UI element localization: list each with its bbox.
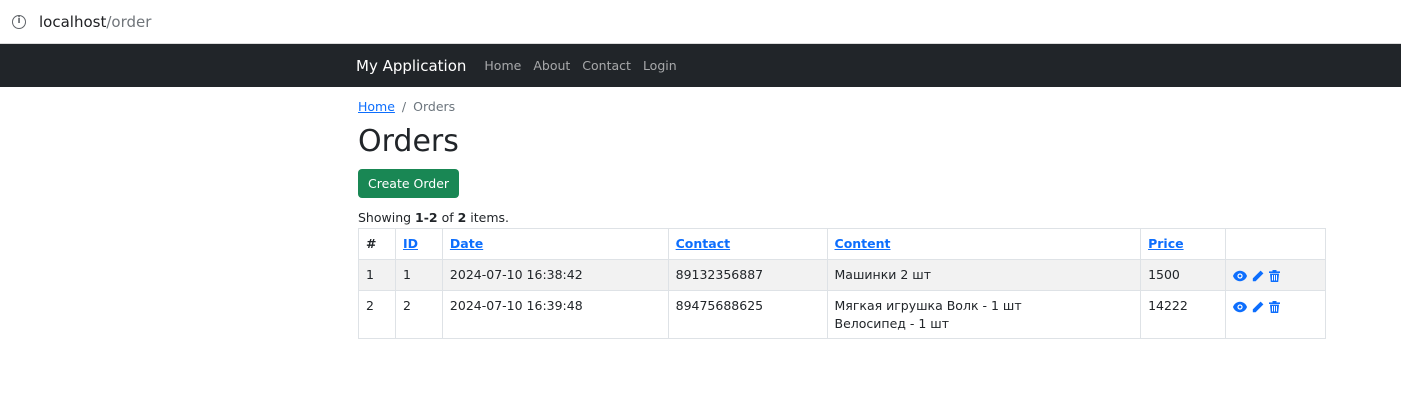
breadcrumb-separator: /: [401, 99, 407, 114]
sort-link-content[interactable]: Content: [835, 236, 891, 251]
url-host: localhost: [39, 12, 107, 31]
nav-link-home[interactable]: Home: [484, 58, 521, 73]
summary-middle: of: [437, 210, 458, 225]
cell-num: 2: [358, 290, 396, 339]
nav-link-contact[interactable]: Contact: [582, 58, 631, 73]
pencil-icon[interactable]: [1252, 270, 1264, 282]
navbar: My Application Home About Contact Login: [0, 44, 1401, 87]
column-header-actions: [1225, 228, 1326, 260]
cell-contact: 89132356887: [667, 259, 828, 291]
breadcrumb: Home / Orders: [358, 99, 1326, 114]
nav-link-about[interactable]: About: [533, 58, 570, 73]
breadcrumb-current: Orders: [413, 99, 456, 114]
table-row: 2 2 2024-07-10 16:39:48 89475688625 Мягк…: [358, 290, 1326, 339]
sort-link-contact[interactable]: Contact: [676, 236, 730, 251]
cell-actions: [1225, 290, 1326, 339]
orders-table: # ID Date Contact Content Price 1 1 2024…: [358, 228, 1326, 339]
view-icon[interactable]: [1233, 270, 1248, 282]
main-container: Home / Orders Orders Create Order Showin…: [358, 87, 1326, 339]
column-header-content: Content: [826, 228, 1142, 260]
cell-id: 1: [394, 259, 443, 291]
navbar-brand[interactable]: My Application: [356, 57, 466, 75]
cell-actions: [1225, 259, 1326, 291]
table-row: 1 1 2024-07-10 16:38:42 89132356887 Маши…: [358, 259, 1326, 291]
pencil-icon[interactable]: [1252, 301, 1264, 313]
cell-date: 2024-07-10 16:39:48: [441, 290, 669, 339]
create-order-button[interactable]: Create Order: [358, 169, 460, 198]
trash-icon[interactable]: [1268, 300, 1280, 313]
cell-price: 1500: [1140, 259, 1227, 291]
summary-suffix: items.: [466, 210, 510, 225]
content-line: Машинки 2 шт: [834, 267, 931, 282]
cell-num: 1: [358, 259, 396, 291]
cell-date: 2024-07-10 16:38:42: [441, 259, 669, 291]
column-header-id: ID: [394, 228, 443, 260]
view-icon[interactable]: [1233, 301, 1248, 313]
sort-link-price[interactable]: Price: [1148, 236, 1184, 251]
table-header-row: # ID Date Contact Content Price: [358, 228, 1326, 260]
column-header-date: Date: [441, 228, 669, 260]
trash-icon[interactable]: [1268, 269, 1280, 282]
column-header-contact: Contact: [667, 228, 828, 260]
sort-link-id[interactable]: ID: [403, 236, 418, 251]
nav-link-login[interactable]: Login: [643, 58, 677, 73]
column-header-num: #: [358, 228, 396, 260]
cell-content: Машинки 2 шт: [826, 259, 1142, 291]
column-header-price: Price: [1140, 228, 1227, 260]
summary-range: 1-2: [415, 210, 438, 225]
content-line: Мягкая игрушка Волк - 1 шт: [834, 298, 1022, 313]
url-path: /order: [106, 12, 152, 31]
cell-price: 14222: [1140, 290, 1227, 339]
cell-contact: 89475688625: [667, 290, 828, 339]
info-icon[interactable]: i: [12, 14, 26, 29]
breadcrumb-home-link[interactable]: Home: [358, 99, 395, 114]
summary-prefix: Showing: [358, 210, 416, 225]
page-title: Orders: [358, 124, 459, 159]
sort-link-date[interactable]: Date: [450, 236, 483, 251]
content-line: Велосипед - 1 шт: [834, 316, 950, 331]
cell-id: 2: [394, 290, 443, 339]
browser-address-bar[interactable]: i localhost/order: [0, 0, 1401, 44]
cell-content: Мягкая игрушка Волк - 1 шт Велосипед - 1…: [826, 290, 1142, 339]
grid-summary: Showing 1-2 of 2 items.: [358, 210, 1326, 226]
